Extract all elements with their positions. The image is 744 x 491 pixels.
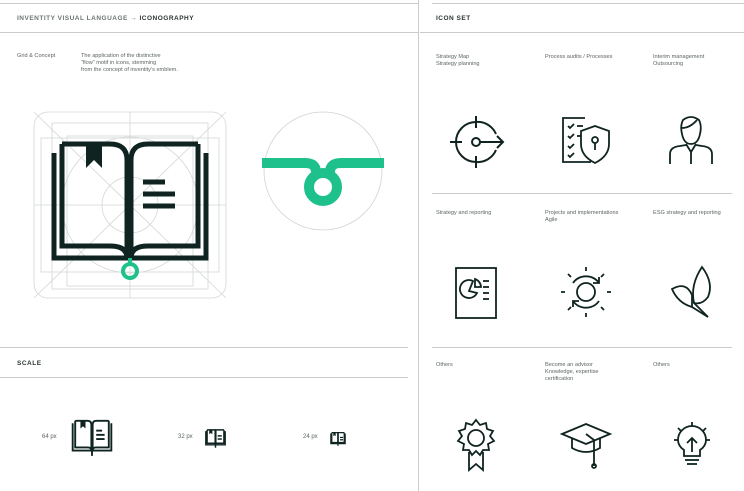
icon-cell-title-others-2: Others [653, 362, 670, 368]
book-icon [51, 141, 209, 261]
icon-cell-title-others-1: Others [436, 362, 453, 368]
icon-set-title: ICON SET [436, 15, 471, 22]
graduation-cap-icon [559, 423, 613, 469]
breadcrumb: INVENTITY VISUAL LANGUAGE → [17, 15, 140, 22]
award-ribbon-icon [456, 418, 496, 472]
header-rule-left [0, 32, 418, 33]
scale-title: SCALE [17, 360, 42, 367]
icon-cell-title-interim: Interim management Outsourcing [653, 54, 705, 67]
report-chart-icon [455, 267, 497, 319]
flow-line-left [262, 158, 321, 173]
book-icon-24 [330, 432, 346, 446]
icon-cell-title-esg: ESG strategy and reporting [653, 210, 721, 216]
concept-description: The application of the distinctive “flow… [81, 53, 178, 73]
bookmark-icon [86, 144, 102, 168]
concept-label: Grid & Concept [17, 53, 56, 59]
emblem-circle [262, 111, 384, 231]
icon-cell-title-process-audits: Process audits / Processes [545, 54, 613, 60]
icon-grid-rule-1 [432, 193, 732, 194]
flow-line-right [325, 158, 384, 173]
drop-icon [320, 179, 326, 193]
lightbulb-icon [674, 422, 710, 465]
gear-cycle-icon [561, 267, 611, 317]
person-icon [669, 116, 713, 164]
section-title: ICONOGRAPHY [139, 15, 195, 22]
header-rule-right [420, 32, 744, 33]
scale-label-32: 32 px [178, 434, 193, 440]
top-rule-left [0, 3, 418, 4]
page-title: INVENTITY VISUAL LANGUAGE → ICONOGRAPHY [17, 15, 194, 22]
icon-cell-title-strategy-reporting: Strategy and reporting [436, 210, 492, 216]
target-arrow-icon [450, 116, 505, 168]
top-rule-right [432, 3, 744, 4]
scale-label-24: 24 px [303, 434, 318, 440]
checklist-shield-icon [562, 117, 610, 165]
icon-grid-rule-2 [432, 347, 732, 348]
icon-cell-title-strategy-map: Strategy Map Strategy planning [436, 54, 480, 67]
scale-label-64: 64 px [42, 434, 57, 440]
scale-rule-bottom [0, 377, 408, 378]
leaves-icon [670, 265, 711, 318]
icon-cell-title-projects: Projects and implementations Agile [545, 210, 619, 223]
book-icon-64 [71, 419, 113, 456]
grid-construction-book [33, 111, 227, 299]
center-divider [418, 0, 419, 491]
icon-cell-title-advisor: Become an advisor Knowledge, expertise c… [545, 362, 599, 382]
scale-rule-top [0, 347, 408, 348]
book-icon-32 [205, 429, 226, 448]
